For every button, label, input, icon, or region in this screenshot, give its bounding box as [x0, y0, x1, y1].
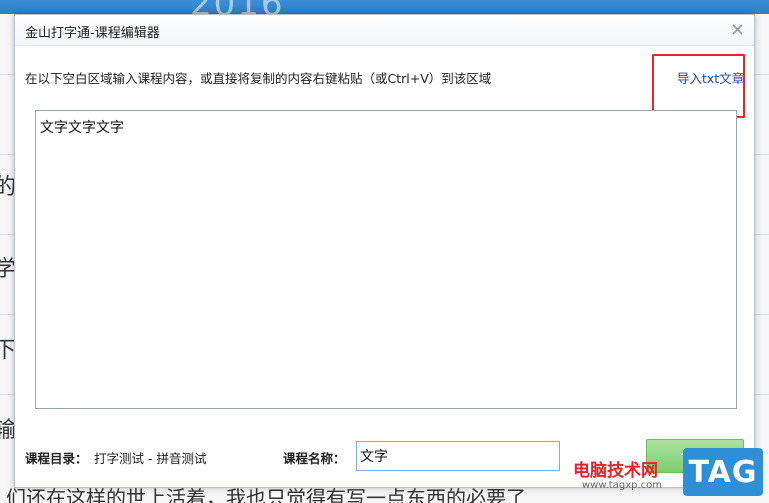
background-divider: [755, 234, 769, 235]
close-icon: [731, 23, 743, 35]
instruction-text: 在以下空白区域输入课程内容，或直接将复制的内容右键粘贴（或Ctrl+V）到该区域: [25, 71, 492, 86]
watermark-tag-text: TAG: [688, 454, 758, 490]
background-divider: [0, 74, 14, 75]
course-directory-value: 打字测试 - 拼音测试: [94, 451, 207, 466]
background-left-strip: 的 学 下 输: [0, 14, 16, 503]
background-right-strip: [755, 14, 769, 503]
dialog-titlebar[interactable]: 金山打字通-课程编辑器: [15, 15, 754, 46]
background-divider: [755, 394, 769, 395]
course-name-input[interactable]: [356, 441, 560, 471]
course-content-textarea[interactable]: 文字文字文字: [35, 110, 737, 409]
background-divider: [755, 314, 769, 315]
close-button[interactable]: [727, 19, 747, 39]
course-name-label: 课程名称：: [283, 451, 346, 466]
background-divider: [755, 74, 769, 75]
highlight-annotation-box: [652, 54, 745, 118]
watermark-tag-logo: TAG: [683, 448, 763, 496]
background-app-header: 2016: [0, 0, 769, 24]
background-divider: [0, 154, 14, 155]
background-divider: [0, 234, 14, 235]
background-divider: [755, 154, 769, 155]
watermark-site-name: 电脑技术网: [573, 461, 658, 481]
background-divider: [0, 314, 14, 315]
watermark-url: www.tagxp.com: [582, 480, 662, 491]
course-directory-label: 课程目录：: [25, 451, 88, 466]
course-editor-dialog: 金山打字通-课程编辑器 在以下空白区域输入课程内容，或直接将复制的内容右键粘贴（…: [14, 14, 755, 488]
dialog-title: 金山打字通-课程编辑器: [25, 26, 160, 41]
background-bottom-text: 们还在这样的世上活着，我也只觉得有写一点东西的必要了: [6, 488, 526, 503]
background-divider: [0, 394, 14, 395]
